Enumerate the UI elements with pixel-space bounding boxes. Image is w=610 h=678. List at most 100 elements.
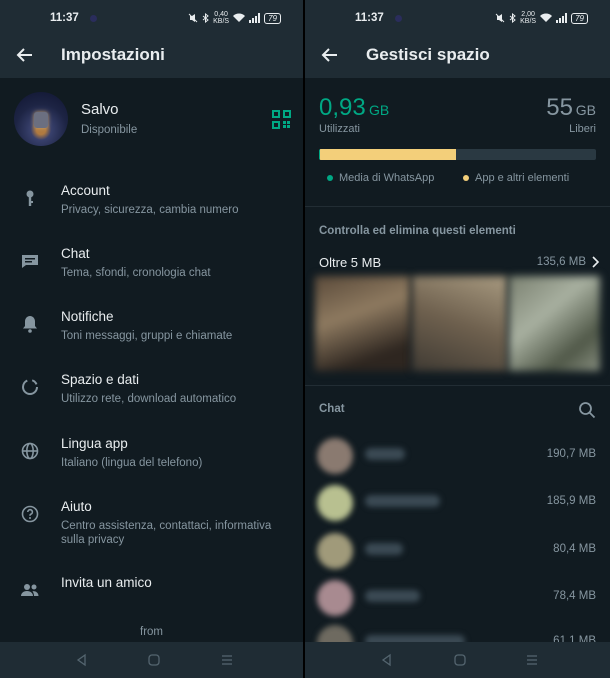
settings-item-label: Chat [61, 246, 90, 261]
large-files-thumbnails [315, 276, 600, 371]
large-files-label: Oltre 5 MB [319, 255, 382, 270]
status-bar: 11:37 0,40 KB/S 79 [0, 0, 303, 36]
wifi-icon [540, 13, 553, 22]
globe-icon [21, 442, 39, 460]
status-icons: 2,00 KB/S 79 [495, 11, 588, 25]
settings-item-notifications[interactable]: Notifiche Toni messaggi, gruppi e chiama… [0, 302, 303, 357]
storage-summary: 0,93 GB Utilizzati 55 GB Liberi Media di… [305, 78, 610, 206]
back-arrow-icon[interactable] [14, 44, 36, 66]
wifi-icon [233, 13, 246, 22]
settings-item-label: Notifiche [61, 309, 114, 324]
nav-recents-icon[interactable] [525, 653, 539, 667]
settings-item-label: Aiuto [61, 499, 92, 514]
nav-back-icon[interactable] [75, 653, 89, 667]
file-thumbnail[interactable] [509, 276, 600, 371]
system-nav-bar [0, 642, 303, 678]
status-icons: 0,40 KB/S 79 [188, 11, 281, 25]
free-storage-value: 55 [546, 94, 573, 121]
profile-row[interactable]: Salvo Disponibile [0, 90, 303, 150]
file-thumbnail[interactable] [315, 276, 410, 371]
chat-name-blurred [365, 448, 405, 460]
signal-icon [556, 13, 568, 23]
qr-code-icon[interactable] [272, 110, 291, 129]
avatar[interactable] [14, 92, 68, 146]
profile-status: Disponibile [81, 124, 138, 136]
settings-item-account[interactable]: Account Privacy, sicurezza, cambia numer… [0, 176, 303, 231]
used-storage-label: Utilizzati [319, 123, 360, 135]
legend-label: Media di WhatsApp [339, 172, 435, 184]
chat-size: 78,4 MB [553, 590, 596, 602]
chat-name-blurred [365, 495, 440, 507]
app-bar: Impostazioni [0, 36, 303, 78]
status-time: 11:37 [50, 12, 79, 24]
profile-name: Salvo [81, 101, 119, 118]
file-thumbnail[interactable] [412, 276, 507, 371]
legend-whatsapp-media: Media di WhatsApp [327, 172, 434, 184]
battery-level: 79 [571, 12, 588, 24]
chat-row[interactable]: 185,9 MB [305, 477, 610, 525]
settings-item-help[interactable]: Aiuto Centro assistenza, contattaci, inf… [0, 492, 303, 558]
chat-size: 80,4 MB [553, 543, 596, 555]
settings-item-subtitle: Tema, sfondi, cronologia chat [61, 267, 211, 279]
used-storage-unit: GB [369, 102, 390, 118]
search-icon[interactable] [578, 401, 596, 419]
chat-row[interactable]: 190,7 MB [305, 430, 610, 478]
mute-icon [495, 13, 505, 23]
nav-recents-icon[interactable] [220, 653, 234, 667]
review-section-title: Controlla ed elimina questi elementi [319, 225, 516, 237]
storage-usage-bar [319, 149, 596, 160]
free-storage-unit: GB [575, 102, 596, 118]
notification-dot-icon [90, 15, 97, 22]
settings-item-subtitle: Utilizzo rete, download automatico [61, 393, 237, 405]
signal-icon [249, 13, 261, 23]
status-bar: 11:37 2,00 KB/S 79 [305, 0, 610, 36]
network-speed: 0,40 KB/S [213, 11, 230, 25]
avatar [317, 485, 353, 521]
avatar [317, 533, 353, 569]
chat-size: 185,9 MB [546, 495, 596, 507]
nav-back-icon[interactable] [380, 653, 394, 667]
avatar [317, 580, 353, 616]
divider [305, 206, 610, 207]
legend-dot-icon [463, 175, 469, 181]
from-footer: from [140, 626, 163, 638]
settings-item-label: Spazio e dati [61, 372, 140, 387]
nav-home-icon[interactable] [453, 653, 467, 667]
chat-row[interactable]: 78,4 MB [305, 572, 610, 620]
chat-size: 190,7 MB [546, 448, 596, 460]
settings-item-storage-data[interactable]: Spazio e dati Utilizzo rete, download au… [0, 365, 303, 420]
notification-dot-icon [395, 15, 402, 22]
settings-item-invite-friend[interactable]: Invita un amico [0, 568, 303, 623]
free-storage-label: Liberi [569, 123, 596, 135]
people-icon [21, 584, 39, 596]
chat-row[interactable]: 80,4 MB [305, 525, 610, 573]
avatar [317, 438, 353, 474]
settings-item-subtitle: Centro assistenza, contattaci, informati… [61, 520, 272, 546]
key-icon [26, 190, 34, 206]
legend-label: App e altri elementi [475, 172, 570, 184]
status-time: 11:37 [355, 12, 384, 24]
bell-icon [23, 316, 37, 333]
settings-item-app-language[interactable]: Lingua app Italiano (lingua del telefono… [0, 429, 303, 484]
system-nav-bar [305, 642, 610, 678]
settings-item-chat[interactable]: Chat Tema, sfondi, cronologia chat [0, 239, 303, 294]
settings-item-subtitle: Italiano (lingua del telefono) [61, 457, 203, 469]
network-speed: 2,00 KB/S [520, 11, 537, 25]
divider [305, 385, 610, 386]
chevron-right-icon [592, 256, 600, 268]
battery-level: 79 [264, 12, 281, 24]
nav-home-icon[interactable] [147, 653, 161, 667]
bluetooth-icon [202, 13, 209, 23]
help-icon [21, 505, 39, 523]
page-title: Gestisci spazio [366, 45, 490, 64]
data-usage-icon [22, 379, 38, 395]
chat-icon [22, 255, 38, 268]
back-arrow-icon[interactable] [319, 44, 341, 66]
settings-item-subtitle: Privacy, sicurezza, cambia numero [61, 204, 239, 216]
manage-storage-screen: 11:37 2,00 KB/S 79 Gestisci spazio 0,93 G… [305, 0, 610, 678]
apps-segment [319, 149, 456, 160]
settings-item-subtitle: Toni messaggi, gruppi e chiamate [61, 330, 233, 342]
mute-icon [188, 13, 198, 23]
large-files-row[interactable]: Oltre 5 MB 135,6 MB [305, 252, 610, 272]
large-files-size: 135,6 MB [536, 256, 586, 268]
